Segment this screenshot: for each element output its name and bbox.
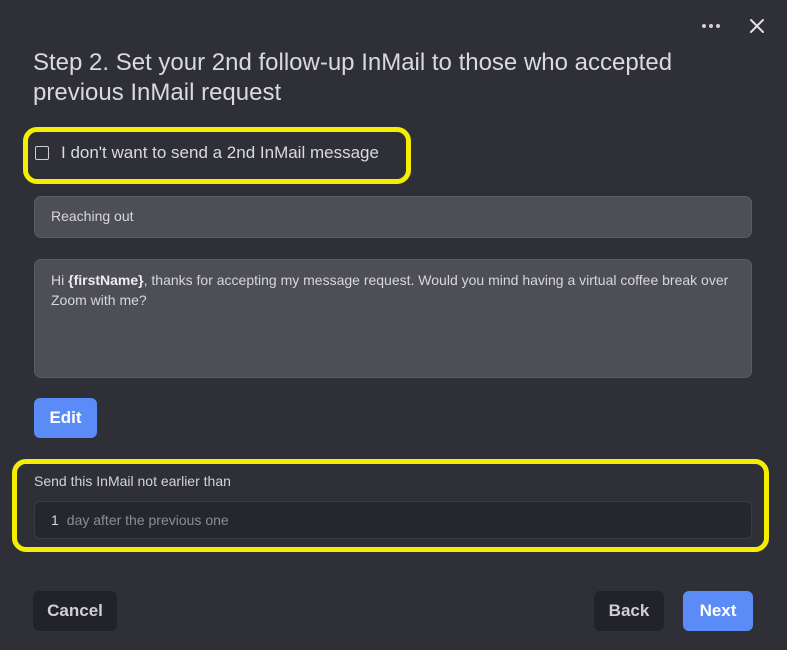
delay-label: Send this InMail not earlier than bbox=[34, 473, 231, 489]
more-horizontal-icon[interactable] bbox=[699, 14, 723, 38]
message-body-field[interactable]: Hi {firstName}, thanks for accepting my … bbox=[34, 259, 752, 378]
edit-button[interactable]: Edit bbox=[34, 398, 97, 438]
body-suffix: , thanks for accepting my message reques… bbox=[51, 272, 729, 308]
delay-suffix: day after the previous one bbox=[66, 512, 229, 528]
window-controls bbox=[699, 14, 769, 38]
close-icon[interactable] bbox=[745, 14, 769, 38]
cancel-button[interactable]: Cancel bbox=[33, 591, 117, 631]
first-name-variable: {firstName} bbox=[68, 272, 144, 288]
delay-value[interactable]: 1 bbox=[51, 512, 59, 528]
opt-out-checkbox[interactable] bbox=[35, 146, 49, 160]
opt-out-label: I don't want to send a 2nd InMail messag… bbox=[61, 143, 379, 162]
opt-out-checkbox-row[interactable]: I don't want to send a 2nd InMail messag… bbox=[35, 143, 379, 163]
subject-field[interactable]: Reaching out bbox=[34, 196, 752, 238]
back-button[interactable]: Back bbox=[594, 591, 664, 631]
body-prefix: Hi bbox=[51, 272, 69, 288]
step-title: Step 2. Set your 2nd follow-up InMail to… bbox=[33, 49, 673, 106]
next-button[interactable]: Next bbox=[683, 591, 753, 631]
delay-input[interactable]: 1 day after the previous one bbox=[34, 501, 752, 539]
